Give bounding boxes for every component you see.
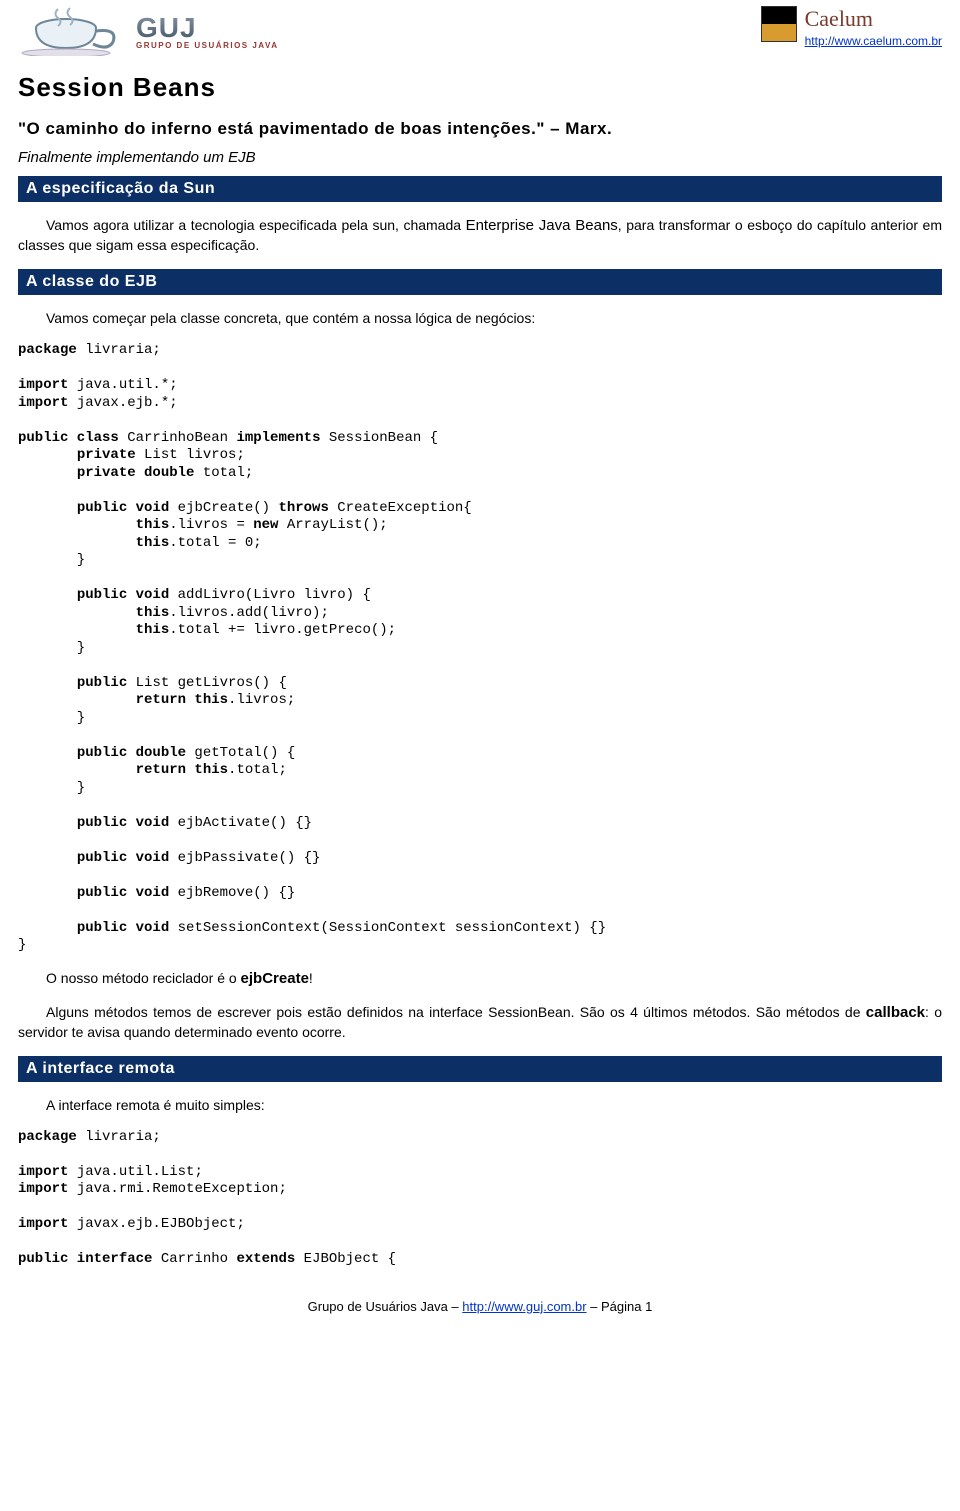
footer-text-a: Grupo de Usuários Java – <box>308 1299 463 1314</box>
caelum-name: Caelum <box>805 6 942 32</box>
section-bar-spec: A especificação da Sun <box>18 176 942 202</box>
section1-text-a: Vamos agora utilizar a tecnologia especi… <box>46 217 466 233</box>
guj-logo-text: GUJ <box>136 12 279 44</box>
section2-p2-a: O nosso método reciclador é o <box>46 970 241 986</box>
section1-highlight: Enterprise Java Beans <box>466 217 618 234</box>
guj-logo-block: GUJ GRUPO DE USUÁRIOS JAVA <box>18 6 279 56</box>
caelum-text: Caelum http://www.caelum.com.br <box>805 6 942 48</box>
quote-attribution: – Marx. <box>545 119 612 138</box>
section2-p3-a: Alguns métodos temos de escrever pois es… <box>46 1004 866 1020</box>
section-bar-interface: A interface remota <box>18 1056 942 1082</box>
epigraph-quote: "O caminho do inferno está pavimentado d… <box>18 119 942 139</box>
code-block-interface: package livraria; import java.util.List;… <box>18 1129 942 1269</box>
page-header: GUJ GRUPO DE USUÁRIOS JAVA Caelum http:/… <box>18 0 942 64</box>
section2-p2-hl: ejbCreate <box>241 970 309 987</box>
section2-intro: Vamos começar pela classe concreta, que … <box>18 309 942 328</box>
guj-subtitle: GRUPO DE USUÁRIOS JAVA <box>136 41 279 50</box>
quote-text: "O caminho do inferno está pavimentado d… <box>18 119 545 138</box>
caelum-icon <box>761 6 797 42</box>
coffee-cup-icon <box>18 6 128 56</box>
page-title: Session Beans <box>18 72 942 103</box>
section2-paragraph2: O nosso método reciclador é o ejbCreate! <box>18 969 942 989</box>
footer-text-b: – Página 1 <box>587 1299 653 1314</box>
caelum-block: Caelum http://www.caelum.com.br <box>761 6 942 48</box>
page-footer: Grupo de Usuários Java – http://www.guj.… <box>18 1299 942 1314</box>
subheading: Finalmente implementando um EJB <box>18 149 942 166</box>
section3-intro: A interface remota é muito simples: <box>18 1096 942 1115</box>
section-bar-classe: A classe do EJB <box>18 269 942 295</box>
section2-p3-hl: callback <box>866 1004 925 1021</box>
footer-link[interactable]: http://www.guj.com.br <box>462 1299 586 1314</box>
code-block-carrinhobean: package livraria; import java.util.*; im… <box>18 342 942 955</box>
section1-paragraph: Vamos agora utilizar a tecnologia especi… <box>18 216 942 255</box>
section2-paragraph3: Alguns métodos temos de escrever pois es… <box>18 1003 942 1042</box>
caelum-link[interactable]: http://www.caelum.com.br <box>805 34 942 48</box>
section2-p2-b: ! <box>309 970 313 986</box>
guj-text-block: GUJ GRUPO DE USUÁRIOS JAVA <box>136 12 279 50</box>
